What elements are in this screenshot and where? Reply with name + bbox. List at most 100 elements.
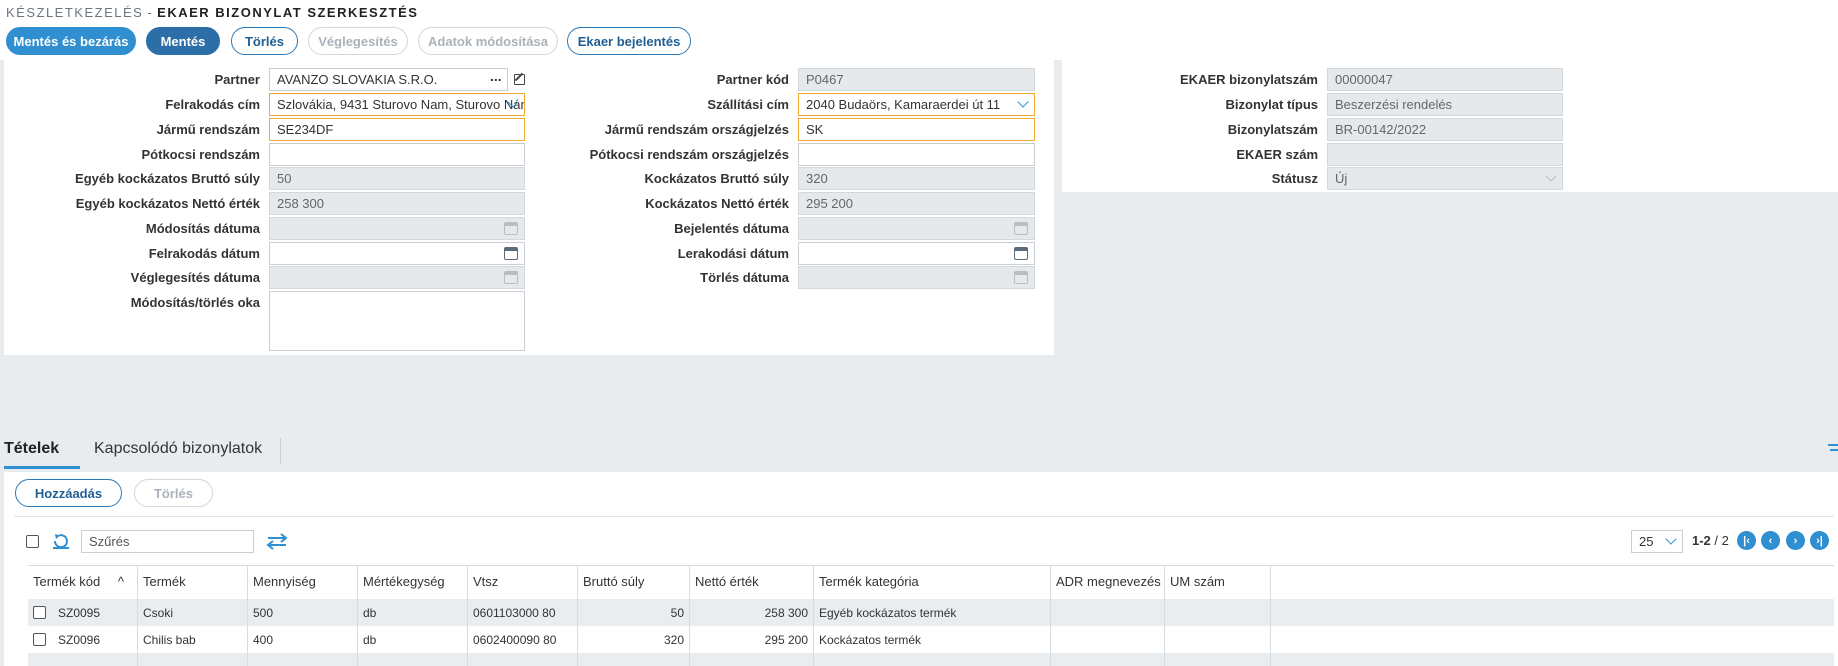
- filter-lines-icon[interactable]: [1828, 444, 1838, 446]
- doc-type-label: Bizonylat típus: [1225, 97, 1318, 112]
- other-net-field: 258 300: [269, 192, 525, 215]
- column-header[interactable]: Bruttó súly: [578, 565, 690, 599]
- trailer-plate-input[interactable]: [269, 143, 525, 166]
- calendar-icon[interactable]: [504, 247, 518, 260]
- column-header[interactable]: Mennyiség: [248, 565, 358, 599]
- trailer-country-input[interactable]: [798, 143, 1035, 166]
- page-size-value: 25: [1639, 534, 1654, 549]
- table-cell: Egyéb kockázatos termék: [814, 599, 1051, 626]
- table-cell: [138, 653, 248, 666]
- table-cell: [1165, 599, 1271, 626]
- tab-items[interactable]: Tételek: [4, 440, 59, 458]
- table-cell: SZ0095: [28, 599, 138, 626]
- save-close-button[interactable]: Mentés és bezárás: [6, 27, 136, 55]
- other-gross-field: 50: [269, 167, 525, 190]
- risky-gross-field: 320: [798, 167, 1035, 190]
- table-cell: [1051, 653, 1165, 666]
- filter-lines-icon-bar: [1830, 449, 1838, 451]
- report-date-field: [798, 217, 1035, 240]
- risky-gross-label: Kockázatos Bruttó súly: [644, 171, 789, 186]
- top-bar: Készletkezelés - EKAER bizonylat szerkeszt…: [0, 0, 1838, 60]
- ekaer-doc-no-label: EKAER bizonylatszám: [1180, 72, 1318, 87]
- delivery-address-select[interactable]: 2040 Budaörs, Kamaraerdei út 11: [798, 93, 1035, 116]
- trailer-country-label: Pótkocsi rendszám országjelzés: [589, 147, 789, 162]
- tab-related-documents[interactable]: Kapcsolódó bizonylatok: [94, 440, 262, 458]
- column-header[interactable]: Termék kód ^: [28, 565, 138, 599]
- refresh-icon[interactable]: [51, 532, 71, 550]
- column-header[interactable]: Mértékegység: [358, 565, 468, 599]
- loading-address-select[interactable]: Szlovákia, 9431 Sturovo Nam, Sturovo Nám…: [269, 93, 525, 116]
- next-page-icon[interactable]: ›: [1786, 531, 1805, 550]
- ekaer-report-button[interactable]: Ekaer bejelentés: [567, 27, 691, 55]
- last-page-icon[interactable]: ›|: [1810, 531, 1829, 550]
- unloading-date-input[interactable]: [798, 242, 1035, 265]
- delete-item-button[interactable]: Törlés: [134, 479, 213, 507]
- filter-input[interactable]: Szűrés: [81, 530, 254, 553]
- delete-button[interactable]: Törlés: [231, 27, 298, 55]
- table-cell: 400: [248, 626, 358, 653]
- table-cell: 295 200: [690, 626, 814, 653]
- table-cell: SZ0096: [28, 626, 138, 653]
- ekaer-no-field: [1327, 143, 1563, 166]
- page-size-select[interactable]: 25: [1631, 530, 1683, 553]
- page-separator: /: [1714, 533, 1719, 548]
- table-cell: 0602400090 80: [468, 626, 578, 653]
- modify-data-button[interactable]: Adatok módosítása: [418, 27, 558, 55]
- vehicle-country-label: Jármű rendszám országjelzés: [604, 122, 789, 137]
- loading-address-value: Szlovákia, 9431 Sturovo Nam, Sturovo Nám…: [277, 97, 525, 112]
- partner-field[interactable]: AVANZO SLOVAKIA S.R.O.: [269, 68, 508, 91]
- select-all-checkbox[interactable]: [26, 535, 39, 548]
- breadcrumb-section[interactable]: Készletkezelés: [6, 5, 143, 20]
- chevron-down-icon: [1665, 533, 1677, 545]
- chevron-down-icon: [1017, 96, 1029, 108]
- page-total: 2: [1721, 533, 1729, 548]
- status-value: Új: [1335, 171, 1348, 186]
- finalize-button[interactable]: Véglegesítés: [308, 27, 408, 55]
- loading-date-label: Felrakodás dátum: [148, 246, 260, 261]
- trailer-plate-label: Pótkocsi rendszám: [141, 147, 261, 162]
- save-button[interactable]: Mentés: [146, 27, 220, 55]
- column-header[interactable]: Vtsz: [468, 565, 578, 599]
- partner-more-button[interactable]: ...: [490, 68, 502, 84]
- partner-label: Partner: [214, 72, 260, 87]
- calendar-icon: [504, 222, 518, 235]
- vehicle-plate-input[interactable]: SE234DF: [269, 118, 525, 141]
- doc-id-label: Bizonylatszám: [1227, 122, 1318, 137]
- column-header[interactable]: Nettó érték: [690, 565, 814, 599]
- tab-bar: Tételek Kapcsolódó bizonylatok: [0, 430, 1838, 470]
- status-label: Státusz: [1271, 171, 1318, 186]
- reason-textarea[interactable]: [269, 291, 525, 351]
- column-header[interactable]: Termék: [138, 565, 248, 599]
- column-header[interactable]: UM szám: [1165, 565, 1271, 599]
- swap-icon[interactable]: [266, 532, 288, 550]
- risky-net-label: Kockázatos Nettó érték: [645, 196, 789, 211]
- add-item-button[interactable]: Hozzáadás: [15, 479, 122, 507]
- reason-label: Módosítás/törlés oka: [130, 295, 260, 310]
- table-cell: [814, 653, 1051, 666]
- table-row[interactable]: SZ0096 Chilis bab 400 db 0602400090 80 3…: [28, 626, 1834, 653]
- other-gross-label: Egyéb kockázatos Bruttó súly: [75, 171, 260, 186]
- table-cell: db: [358, 626, 468, 653]
- table-row[interactable]: SZ0095 Csoki 500 db 0601103000 80 50 258…: [28, 599, 1834, 626]
- calendar-icon[interactable]: [1014, 247, 1028, 260]
- status-select: Új: [1327, 167, 1563, 190]
- page-range-text: 1-2 / 2: [1692, 533, 1729, 548]
- finalized-date-field: [269, 266, 525, 289]
- column-header[interactable]: ADR megnevezés: [1051, 565, 1165, 599]
- table-cell: [578, 653, 690, 666]
- vehicle-plate-label: Jármű rendszám: [156, 122, 260, 137]
- vehicle-country-input[interactable]: SK: [798, 118, 1035, 141]
- doc-id-field: BR-00142/2022: [1327, 118, 1563, 141]
- ekaer-doc-no-field: 00000047: [1327, 68, 1563, 91]
- breadcrumb: Készletkezelés - EKAER bizonylat szerkeszt…: [6, 5, 418, 20]
- partner-code-field: P0467: [798, 68, 1035, 91]
- table-cell: Kockázatos termék: [814, 626, 1051, 653]
- edit-icon[interactable]: [514, 74, 525, 85]
- loading-date-input[interactable]: [269, 242, 525, 265]
- deleted-date-field: [798, 266, 1035, 289]
- delivery-address-value: 2040 Budaörs, Kamaraerdei út 11: [806, 97, 1001, 112]
- column-header[interactable]: Termék kategória: [814, 565, 1051, 599]
- prev-page-icon[interactable]: ‹: [1761, 531, 1780, 550]
- delivery-address-label: Szállítási cím: [707, 97, 789, 112]
- first-page-icon[interactable]: |‹: [1737, 531, 1756, 550]
